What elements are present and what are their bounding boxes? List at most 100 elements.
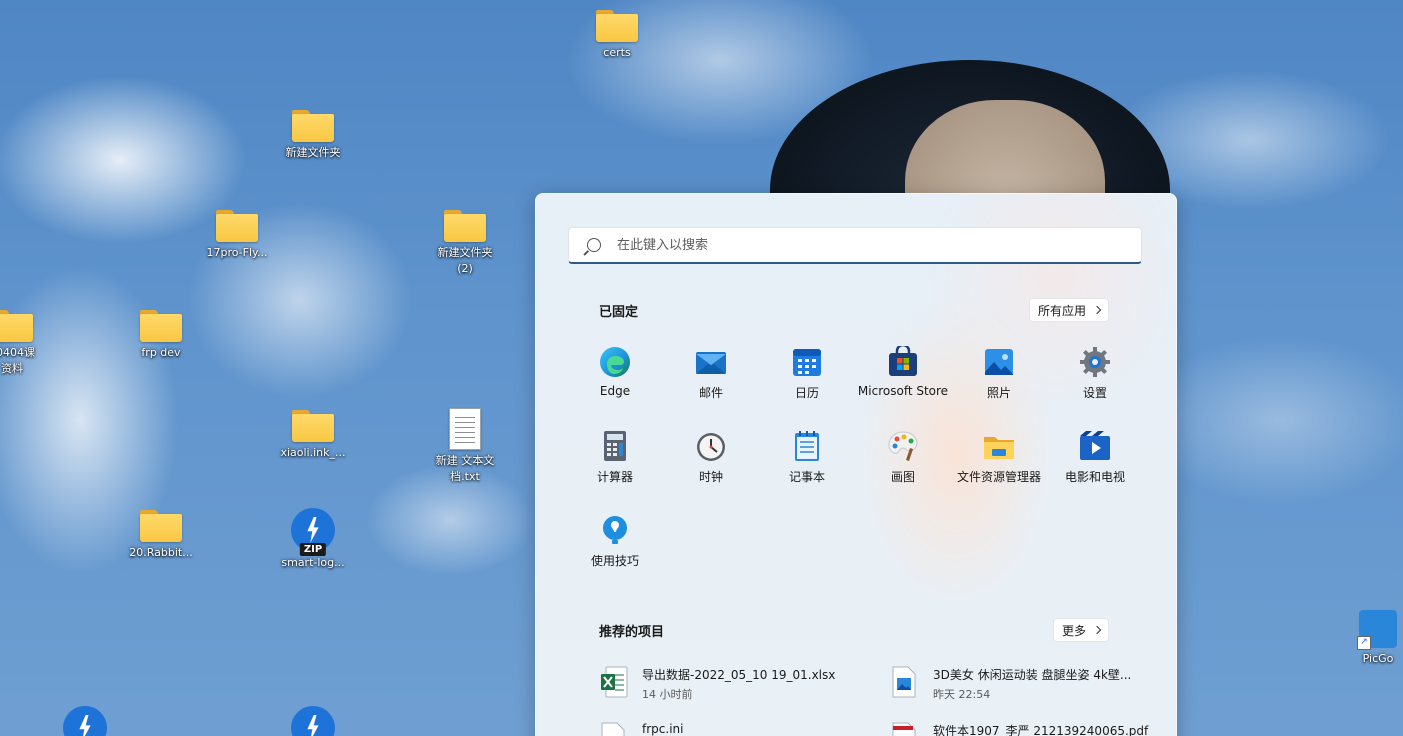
desktop-icon-frp-dev[interactable]: frp dev: [119, 308, 203, 361]
more-label: 更多: [1062, 623, 1087, 638]
recommended-item-name: 软件本1907_李严 212139240065.pdf: [933, 724, 1149, 736]
tips-icon: [599, 514, 631, 546]
calendar-icon: [791, 346, 823, 378]
pinned-app-edge[interactable]: Edge: [567, 346, 663, 398]
folder-icon: [292, 408, 334, 442]
movies-tv-icon: [1079, 430, 1111, 462]
app-label: 电影和电视: [1064, 470, 1125, 484]
desktop-icon-label: smart-log...: [281, 556, 345, 569]
chevron-right-icon: [1092, 625, 1102, 635]
desktop-icon-label: 20.Rabbit...: [129, 546, 193, 559]
app-label: Edge: [599, 384, 631, 398]
start-menu: 已固定 所有应用 Edge 邮件 日历: [535, 193, 1177, 736]
desktop-icon-20404[interactable]: 20404课 资料: [0, 308, 54, 377]
pinned-app-mail[interactable]: 邮件: [663, 346, 759, 401]
pinned-app-calculator[interactable]: 计算器: [567, 430, 663, 485]
pinned-title: 已固定: [599, 305, 639, 320]
desktop-icon-rabbit[interactable]: 20.Rabbit...: [119, 508, 203, 561]
recommended-item[interactable]: 软件本1907_李严 212139240065.pdf: [891, 722, 1161, 736]
app-label: 计算器: [596, 470, 633, 484]
desktop-icon-label: 新建文件夹 (2): [437, 246, 493, 275]
chevron-right-icon: [1092, 305, 1102, 315]
paint-icon: [887, 430, 919, 462]
pinned-app-movies-tv[interactable]: 电影和电视: [1047, 430, 1143, 485]
mail-icon: [695, 346, 727, 378]
desktop-icon-new-folder[interactable]: 新建文件夹: [271, 108, 355, 161]
app-label: 邮件: [698, 386, 723, 400]
file-explorer-icon: [983, 430, 1015, 462]
all-apps-label: 所有应用: [1038, 303, 1087, 318]
desktop-icon-label: 17pro-Fly...: [206, 246, 268, 259]
desktop-icon-label: frp dev: [141, 346, 181, 359]
folder-icon: [216, 208, 258, 242]
excel-icon: [600, 666, 628, 698]
calculator-icon: [599, 430, 631, 462]
search-input[interactable]: [615, 236, 1141, 254]
recommended-item-time: 昨天 22:54: [933, 688, 991, 701]
folder-icon: [140, 508, 182, 542]
app-label: Microsoft Store: [857, 384, 949, 398]
folder-icon: [292, 108, 334, 142]
clock-icon: [695, 430, 727, 462]
recommended-item[interactable]: 导出数据-2022_05_10 19_01.xlsx 14 小时前: [600, 666, 870, 702]
notepad-icon: [791, 430, 823, 462]
recommended-item-time: 14 小时前: [642, 688, 693, 701]
photos-icon: [983, 346, 1015, 378]
app-label: 文件资源管理器: [956, 470, 1041, 484]
app-label: 记事本: [788, 470, 825, 484]
app-label: 时钟: [698, 470, 723, 484]
search-box[interactable]: [568, 227, 1142, 264]
desktop-icon-17pro[interactable]: 17pro-Fly...: [195, 208, 279, 261]
desktop-icon-picgo[interactable]: ↗ PicGo: [1336, 610, 1403, 667]
desktop-icon-new-text-file[interactable]: 新建 文本文 档.txt: [423, 408, 507, 485]
gear-icon: [1079, 346, 1111, 378]
recommended-item[interactable]: 3D美女 休闲运动装 盘腿坐姿 4k壁... 昨天 22:54: [891, 666, 1161, 702]
more-button[interactable]: 更多: [1053, 618, 1110, 642]
text-file-icon: [449, 408, 481, 450]
desktop-icon-zip-partial[interactable]: [43, 706, 127, 736]
all-apps-button[interactable]: 所有应用: [1029, 298, 1110, 322]
pdf-icon: [891, 722, 917, 736]
recommended-item-name: 导出数据-2022_05_10 19_01.xlsx: [642, 668, 836, 682]
desktop-icon-smart-log[interactable]: ZIP smart-log...: [271, 508, 355, 571]
recommended-title: 推荐的项目: [599, 625, 665, 640]
desktop: certs 新建文件夹 17pro-Fly... 新建文件夹 (2) 20404…: [0, 0, 1403, 736]
folder-icon: [596, 8, 638, 42]
zip-archive-icon: ZIP: [291, 508, 335, 556]
pinned-app-photos[interactable]: 照片: [951, 346, 1047, 401]
pinned-app-clock[interactable]: 时钟: [663, 430, 759, 485]
folder-icon: [444, 208, 486, 242]
desktop-icon-new-folder-2[interactable]: 新建文件夹 (2): [423, 208, 507, 277]
desktop-icon-certs[interactable]: certs: [575, 8, 659, 61]
zip-archive-icon: [63, 706, 107, 736]
ini-file-icon: [600, 722, 626, 736]
desktop-icon-label: PicGo: [1362, 652, 1394, 665]
recommended-item-name: 3D美女 休闲运动装 盘腿坐姿 4k壁...: [933, 668, 1132, 682]
desktop-icon-label: 新建文件夹: [285, 146, 341, 159]
pinned-app-tips[interactable]: 使用技巧: [567, 514, 663, 569]
recommended-item-name: frpc.ini: [642, 722, 684, 736]
recommended-item[interactable]: frpc.ini: [600, 722, 870, 736]
edge-icon: [599, 346, 631, 378]
app-label: 使用技巧: [590, 554, 639, 568]
desktop-icon-label: 20404课 资料: [0, 346, 35, 375]
desktop-icon-label: 新建 文本文 档.txt: [435, 454, 495, 483]
pinned-app-paint[interactable]: 画图: [855, 430, 951, 485]
image-file-icon: [891, 666, 917, 698]
desktop-icon-zip-partial-2[interactable]: [271, 706, 355, 736]
app-label: 设置: [1082, 386, 1107, 400]
pinned-app-file-explorer[interactable]: 文件资源管理器: [951, 430, 1047, 485]
desktop-icon-xiaoli[interactable]: xiaoli.ink_...: [271, 408, 355, 461]
pinned-app-settings[interactable]: 设置: [1047, 346, 1143, 401]
pinned-app-calendar[interactable]: 日历: [759, 346, 855, 401]
app-label: 画图: [890, 470, 915, 484]
folder-icon: [0, 308, 33, 342]
desktop-icon-label: xiaoli.ink_...: [280, 446, 346, 459]
app-label: 照片: [986, 386, 1011, 400]
folder-icon: [140, 308, 182, 342]
pinned-app-microsoft-store[interactable]: Microsoft Store: [855, 343, 951, 398]
search-icon: [587, 238, 601, 252]
app-label: 日历: [794, 386, 819, 400]
pinned-app-notepad[interactable]: 记事本: [759, 430, 855, 485]
store-icon: [887, 343, 919, 378]
